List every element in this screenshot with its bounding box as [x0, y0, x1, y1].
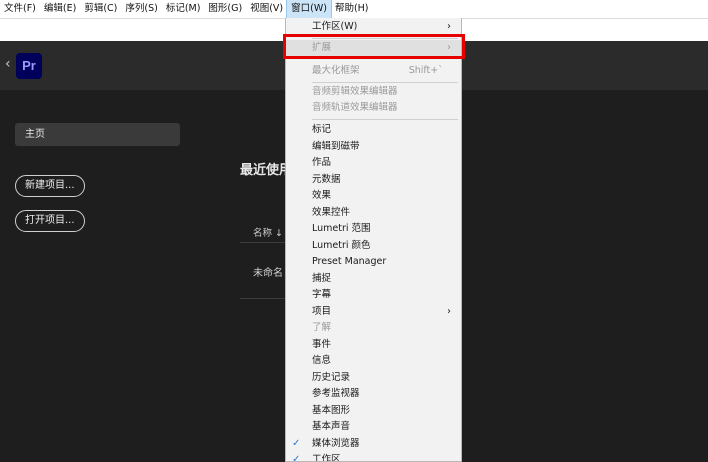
- menu-item-label: 效果控件: [312, 206, 351, 218]
- menu-item-captions[interactable]: 字幕: [286, 287, 461, 304]
- separator: [312, 82, 458, 83]
- menu-window[interactable]: 窗口(W): [286, 0, 332, 19]
- menu-item-label: 字幕: [312, 289, 332, 300]
- menu-item-effects[interactable]: 效果: [286, 188, 461, 205]
- menu-item-label: 历史记录: [312, 371, 351, 383]
- divider: [240, 242, 288, 243]
- menu-sequence[interactable]: 序列(S): [121, 0, 161, 18]
- menu-edit[interactable]: 编辑(E): [40, 0, 80, 18]
- menu-clip[interactable]: 剪辑(C): [80, 0, 121, 18]
- menu-item-effect-controls[interactable]: 效果控件: [286, 205, 461, 222]
- chevron-right-icon: ›: [447, 305, 451, 317]
- menu-item-label: 作品: [312, 157, 332, 168]
- menu-item-label: Lumetri 颜色: [312, 239, 371, 251]
- menu-file[interactable]: 文件(F): [0, 0, 40, 18]
- menu-item-reference-monitor[interactable]: 参考监视器: [286, 386, 461, 403]
- menu-item-label: 音频轨道效果编辑器: [312, 102, 398, 113]
- menu-item-label: 项目: [312, 305, 332, 317]
- menu-item-capture[interactable]: 捕捉: [286, 271, 461, 288]
- shortcut-label: Shift+`: [408, 65, 443, 76]
- separator: [312, 119, 458, 120]
- menu-item-events[interactable]: 事件: [286, 337, 461, 354]
- window-menu-dropdown: 工作区(W) › 扩展 › 最大化框架 Shift+` 音频剪辑效果编辑器 音频轨道效…: [285, 18, 462, 462]
- open-project-button[interactable]: 打开项目...: [15, 210, 85, 232]
- menu-item-label: 基本图形: [312, 404, 351, 416]
- column-name-label: 名称: [253, 228, 273, 239]
- menu-item-label: 标记: [312, 124, 332, 135]
- menu-item-markers[interactable]: 标记: [286, 122, 461, 139]
- menu-item-label: 工作区: [312, 454, 341, 462]
- menu-item-edit-to-tape[interactable]: 编辑到磁带: [286, 139, 461, 156]
- recent-row-name[interactable]: 未命名: [253, 264, 283, 279]
- menu-item-metadata[interactable]: 元数据: [286, 172, 461, 189]
- menu-item-label: 媒体浏览器: [312, 437, 360, 449]
- menu-item-preset-manager[interactable]: Preset Manager: [286, 254, 461, 271]
- menu-item-label: 元数据: [312, 173, 341, 185]
- menu-help[interactable]: 帮助(H): [331, 0, 373, 18]
- menu-item-label: 事件: [312, 338, 332, 350]
- column-header-name[interactable]: 名称 ↓: [253, 225, 283, 239]
- menu-item-label: 信息: [312, 355, 332, 366]
- divider: [240, 298, 288, 299]
- menu-item-label: Preset Manager: [312, 256, 387, 267]
- menu-item-label: 音频剪辑效果编辑器: [312, 86, 398, 97]
- menu-item-lumetri-color[interactable]: Lumetri 颜色: [286, 238, 461, 255]
- menu-item-history[interactable]: 历史记录: [286, 370, 461, 387]
- menu-item-workspaces[interactable]: ✓ 工作区: [286, 452, 461, 462]
- chevron-left-icon[interactable]: ‹: [5, 56, 11, 72]
- menu-item-label: 基本声音: [312, 421, 351, 432]
- menu-item-media-browser[interactable]: ✓ 媒体浏览器: [286, 436, 461, 453]
- menu-graphics[interactable]: 图形(G): [204, 0, 246, 18]
- menu-item-lumetri-scopes[interactable]: Lumetri 范围: [286, 221, 461, 238]
- menu-item-maximize-frame[interactable]: 最大化框架 Shift+`: [286, 63, 461, 80]
- menu-bar: 文件(F) 编辑(E) 剪辑(C) 序列(S) 标记(M) 图形(G) 视图(V…: [0, 0, 708, 19]
- menu-item-essential-graphics[interactable]: 基本图形: [286, 403, 461, 420]
- checkmark-icon: ✓: [292, 437, 301, 449]
- menu-item-info[interactable]: 信息: [286, 353, 461, 370]
- menu-item-label: Lumetri 范围: [312, 223, 371, 234]
- sidebar-item-home[interactable]: 主页: [15, 123, 180, 146]
- menu-item-audio-clip-effect-editor[interactable]: 音频剪辑效果编辑器: [286, 84, 461, 101]
- premiere-logo: Pr: [16, 53, 42, 79]
- menu-view[interactable]: 视图(V): [246, 0, 287, 18]
- menu-item-label: 捕捉: [312, 272, 332, 284]
- menu-item-label: 效果: [312, 190, 332, 201]
- menu-item-label: 最大化框架: [312, 65, 360, 76]
- menu-item-label: 了解: [312, 322, 332, 333]
- menu-item-label: 参考监视器: [312, 388, 360, 399]
- menu-markers[interactable]: 标记(M): [162, 0, 205, 18]
- highlight-annotation: [283, 34, 465, 59]
- new-project-button[interactable]: 新建项目...: [15, 175, 85, 197]
- menu-item-audio-track-effect-editor[interactable]: 音频轨道效果编辑器: [286, 100, 461, 117]
- menu-item-label: 编辑到磁带: [312, 140, 360, 152]
- menu-item-project[interactable]: 项目 ›: [286, 304, 461, 321]
- menu-item-essential-sound[interactable]: 基本声音: [286, 419, 461, 436]
- menu-item-learn[interactable]: 了解: [286, 320, 461, 337]
- arrow-down-icon: ↓: [275, 228, 284, 239]
- checkmark-icon: ✓: [292, 454, 301, 462]
- menu-item-works[interactable]: 作品: [286, 155, 461, 172]
